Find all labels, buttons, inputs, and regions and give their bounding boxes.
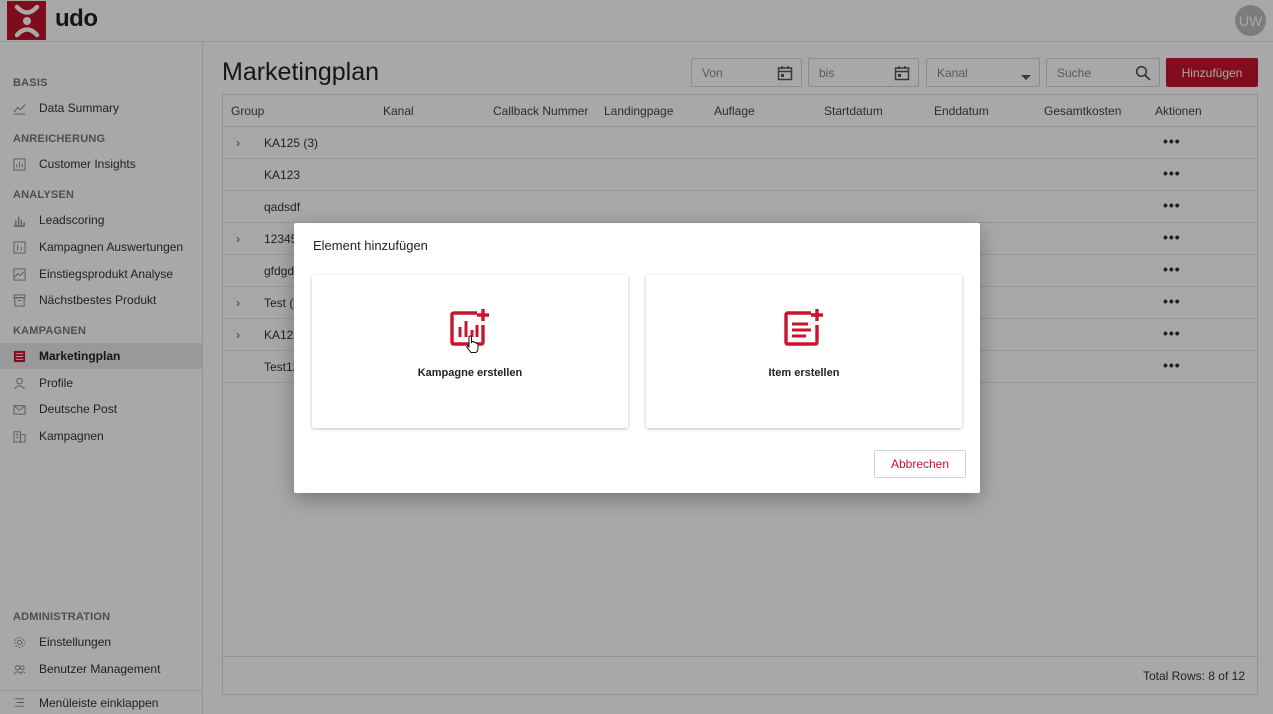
cancel-button[interactable]: Abbrechen xyxy=(874,450,966,478)
hand-cursor-icon xyxy=(466,335,479,353)
add-element-dialog: Element hinzufügen Kampagne erstellen It… xyxy=(294,223,980,493)
create-item-label: Item erstellen xyxy=(768,367,840,379)
dialog-title: Element hinzufügen xyxy=(313,238,428,253)
add-item-icon xyxy=(784,309,823,346)
create-item-card[interactable]: Item erstellen xyxy=(646,275,962,428)
create-campaign-label: Kampagne erstellen xyxy=(417,367,523,379)
